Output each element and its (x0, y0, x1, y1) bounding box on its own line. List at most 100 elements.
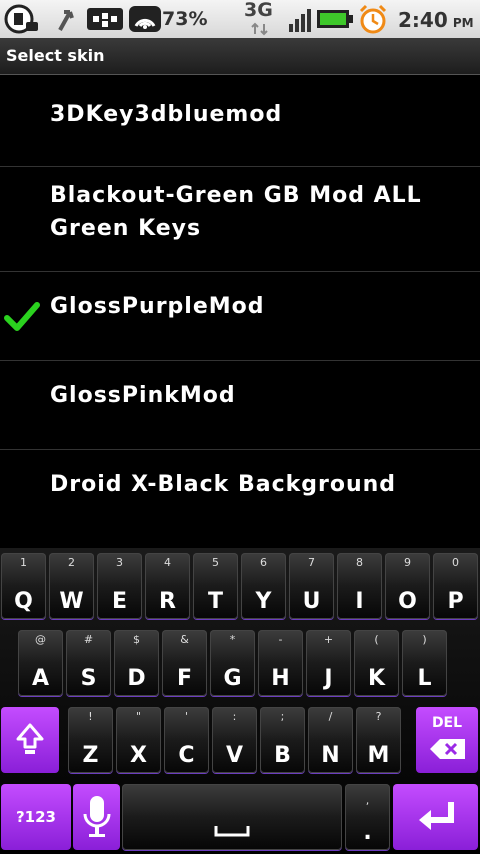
key-primary-label: P (447, 589, 464, 614)
voice-input-key[interactable] (73, 784, 120, 850)
period-key-sup: , (365, 794, 370, 807)
skin-list: 3DKey3dbluemod Blackout-Green GB Mod ALL… (0, 75, 480, 539)
dialog-title-bar: Select skin (0, 38, 480, 75)
skin-option-label: Droid X-Black Background (50, 472, 397, 497)
space-key[interactable] (122, 784, 342, 850)
skin-option[interactable]: Droid X-Black Background (0, 450, 480, 539)
enter-arrow-icon (419, 802, 454, 830)
key-v[interactable]: :V (212, 707, 257, 773)
key-primary-label: W (59, 589, 84, 614)
wifi-icon (129, 6, 161, 32)
key-m[interactable]: ? M (356, 707, 401, 773)
key-z[interactable]: ! Z (68, 707, 113, 773)
key-primary-label: H (271, 666, 290, 691)
key-secondary-label: * (229, 633, 236, 646)
key-o[interactable]: 9O (385, 553, 430, 619)
skin-option-label: Blackout-Green GB Mod ALL (50, 183, 422, 208)
key-primary-label: I (355, 589, 364, 614)
dialog-title: Select skin (6, 46, 105, 65)
key-f[interactable]: & F (162, 630, 207, 696)
skin-option-label: 3DKey3dbluemod (50, 102, 283, 127)
key-a[interactable]: @ A (18, 630, 63, 696)
key-primary-label: V (225, 743, 244, 768)
voicemail-icon (4, 4, 38, 34)
key-t[interactable]: 5T (193, 553, 238, 619)
key-primary-label: N (321, 743, 340, 768)
key-secondary-label: & (180, 633, 189, 646)
battery-percent: 73% (162, 8, 208, 30)
key-secondary-label: # (83, 633, 94, 646)
key-secondary-label: ! (88, 710, 93, 723)
key-secondary-label: 6 (260, 556, 267, 569)
symbols-key[interactable]: ?123 (1, 784, 71, 850)
key-n[interactable]: / N (308, 707, 353, 773)
key-primary-label: T (207, 589, 223, 614)
symbols-label: ?123 (15, 808, 56, 826)
key-u[interactable]: 7U (289, 553, 334, 619)
key-primary-label: S (80, 666, 97, 691)
shift-icon (16, 723, 44, 754)
key-secondary-label: 5 (212, 556, 219, 569)
skin-option[interactable]: Blackout-Green GB Mod ALL Green Keys (0, 167, 480, 272)
period-key-main: . (363, 820, 372, 845)
data-arrows-icon (251, 22, 268, 36)
key-s[interactable]: # S (66, 630, 111, 696)
key-b[interactable]: ; B (260, 707, 305, 773)
skin-option-selected[interactable]: GlossPurpleMod (0, 272, 480, 361)
key-g[interactable]: * G (210, 630, 255, 696)
key-q[interactable]: 1Q (1, 553, 46, 619)
battery-icon (317, 10, 353, 28)
ampm-text: PM (452, 16, 474, 30)
keyboard: 1Q2W3E4R5T6Y7U8I9O0P @ A # S $ D & F * G - H + J(K) L … (0, 548, 480, 854)
key-p[interactable]: 0P (433, 553, 478, 619)
enter-key[interactable] (393, 784, 478, 850)
key-primary-label: O (398, 589, 417, 614)
key-secondary-label: : (232, 710, 237, 723)
key-secondary-label: 3 (116, 556, 123, 569)
key-primary-label: U (302, 589, 321, 614)
key-j[interactable]: + J (306, 630, 351, 696)
shift-key[interactable] (1, 707, 59, 773)
skin-option-label-line2: Green Keys (50, 216, 202, 241)
key-c[interactable]: ' C (164, 707, 209, 773)
key-secondary-label: ( (374, 633, 379, 646)
delete-label: DEL (431, 715, 463, 731)
skin-option[interactable]: GlossPinkMod (0, 361, 480, 450)
skin-option-label: GlossPurpleMod (50, 294, 265, 319)
network-type: 3G (244, 0, 273, 21)
status-bar: 73% 3G 2:40 PM (0, 0, 480, 38)
key-primary-label: Q (14, 589, 33, 614)
key-primary-label: D (127, 666, 146, 691)
key-x[interactable]: " X (116, 707, 161, 773)
key-primary-label: K (367, 666, 386, 691)
key-secondary-label: 2 (68, 556, 75, 569)
signal-icon (289, 9, 311, 32)
key-l[interactable]: ) L (402, 630, 447, 696)
key-primary-label: F (176, 666, 193, 691)
skin-option-label: GlossPinkMod (50, 383, 236, 408)
key-w[interactable]: 2W (49, 553, 94, 619)
period-key[interactable]: , . (345, 784, 390, 850)
key-primary-label: L (417, 666, 432, 691)
time-text: 2:40 (398, 8, 448, 32)
delete-key[interactable]: DEL (416, 707, 478, 773)
key-h[interactable]: -H (258, 630, 303, 696)
key-i[interactable]: 8I (337, 553, 382, 619)
key-y[interactable]: 6Y (241, 553, 286, 619)
key-secondary-label: 9 (404, 556, 411, 569)
key-k[interactable]: (K (354, 630, 399, 696)
key-e[interactable]: 3E (97, 553, 142, 619)
key-primary-label: B (274, 743, 291, 768)
alarm-clock-icon (359, 4, 387, 34)
key-primary-label: C (178, 743, 195, 768)
key-secondary-label: + (323, 633, 334, 646)
key-primary-label: R (159, 589, 176, 614)
key-secondary-label: ' (184, 710, 189, 723)
key-d[interactable]: $ D (114, 630, 159, 696)
space-icon (214, 826, 250, 837)
key-r[interactable]: 4R (145, 553, 190, 619)
key-secondary-label: 4 (164, 556, 171, 569)
skin-option[interactable]: 3DKey3dbluemod (0, 75, 480, 167)
key-secondary-label: @ (35, 633, 46, 646)
key-secondary-label: " (135, 710, 142, 723)
